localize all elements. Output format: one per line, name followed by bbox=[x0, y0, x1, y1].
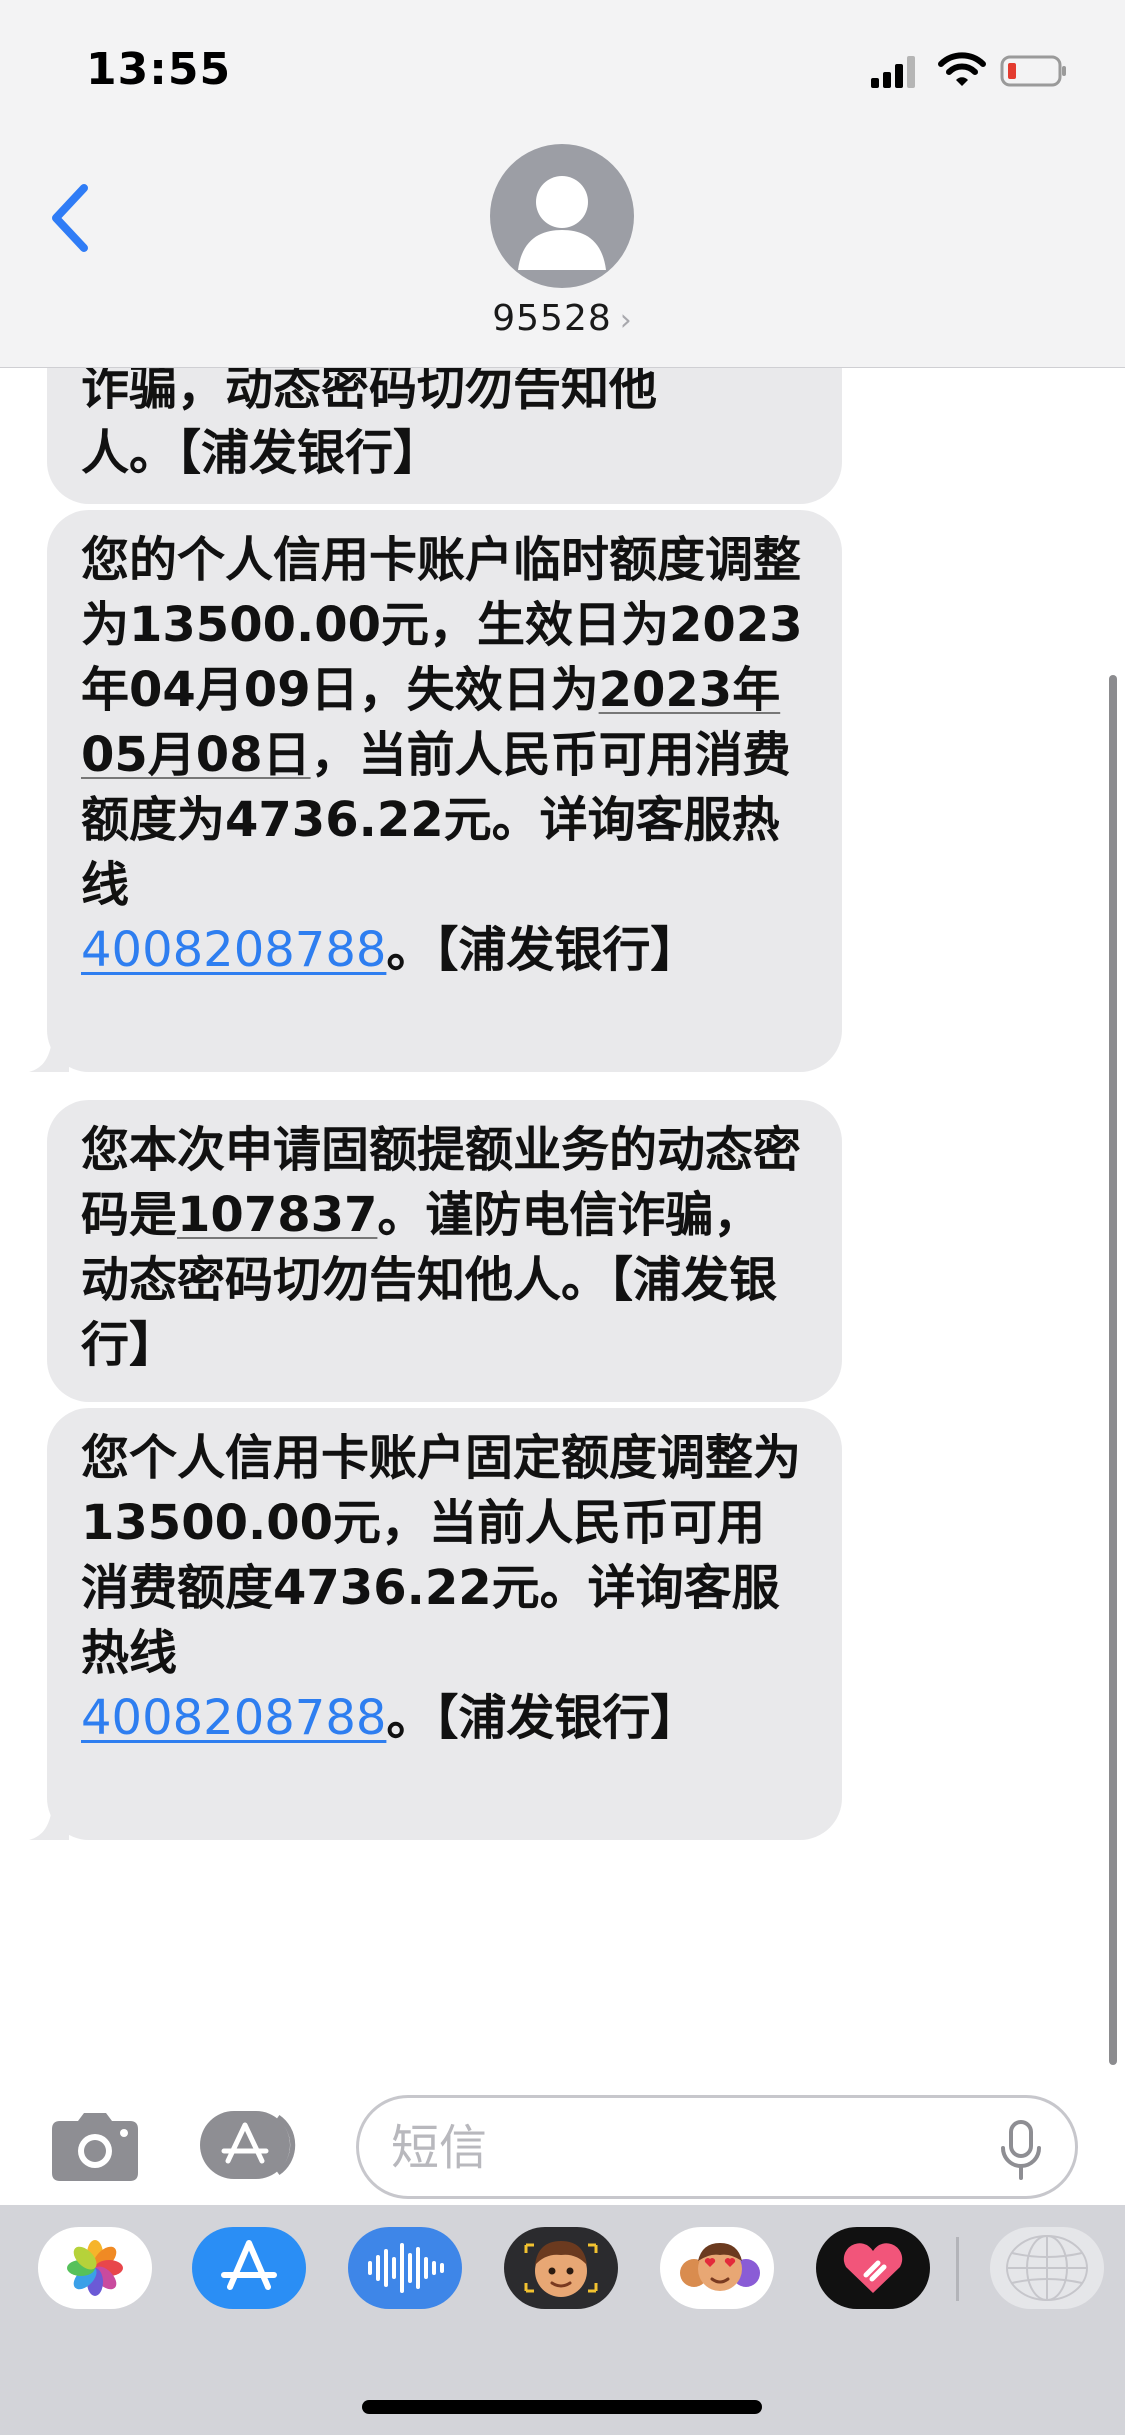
memoji-stickers-icon[interactable] bbox=[660, 2227, 774, 2309]
status-bar: 13:55 bbox=[0, 0, 1125, 140]
person-icon bbox=[518, 176, 606, 270]
memoji-icon[interactable] bbox=[504, 2227, 618, 2309]
phone-link[interactable]: 4008208788 bbox=[81, 1690, 386, 1746]
compose-bar bbox=[0, 2095, 1125, 2205]
message-text: 。【浦发银行】 bbox=[386, 1690, 699, 1746]
camera-icon[interactable] bbox=[50, 2111, 140, 2183]
app-drawer bbox=[0, 2205, 1125, 2435]
phone-link[interactable]: 4008208788 bbox=[81, 922, 386, 978]
wifi-icon bbox=[938, 52, 986, 86]
status-time: 13:55 bbox=[86, 44, 232, 95]
audio-message-icon[interactable] bbox=[348, 2227, 462, 2309]
home-indicator[interactable] bbox=[362, 2400, 762, 2414]
microphone-icon[interactable] bbox=[999, 2120, 1043, 2180]
apps-button-icon[interactable] bbox=[200, 2111, 308, 2179]
message-bubble[interactable]: 您本次申请固额提额业务的动态密码是107837。谨防电信诈骗，动态密码切勿告知他… bbox=[47, 1100, 842, 1402]
avatar[interactable] bbox=[490, 144, 634, 288]
bubble-tail-icon bbox=[29, 1800, 69, 1840]
scrollbar[interactable] bbox=[1109, 675, 1117, 2065]
chevron-right-icon: › bbox=[619, 303, 633, 338]
app-store-icon[interactable] bbox=[192, 2227, 306, 2309]
message-input[interactable] bbox=[391, 2116, 951, 2180]
photos-app-icon[interactable] bbox=[38, 2227, 152, 2309]
message-text-line: 人。【浦发银行】 bbox=[81, 425, 442, 481]
contact-name[interactable]: 95528 › bbox=[0, 298, 1125, 339]
drawer-divider bbox=[956, 2237, 959, 2301]
battery-icon bbox=[1000, 55, 1066, 87]
digital-touch-icon[interactable] bbox=[816, 2227, 930, 2309]
back-chevron-icon[interactable] bbox=[44, 180, 94, 256]
contact-number: 95528 bbox=[492, 298, 612, 339]
message-text: 。【浦发银行】 bbox=[386, 922, 699, 978]
message-text: 您个人信用卡账户固定额度调整为13500.00元，当前人民币可用消费额度4736… bbox=[81, 1430, 802, 1681]
globe-search-icon[interactable] bbox=[990, 2227, 1104, 2309]
code-link[interactable]: 107837 bbox=[177, 1187, 377, 1243]
message-input-field[interactable] bbox=[356, 2095, 1078, 2199]
cellular-signal-icon bbox=[871, 56, 915, 88]
bubble-tail-icon bbox=[29, 1032, 69, 1072]
message-bubble[interactable]: 您的个人信用卡账户临时额度调整为13500.00元，生效日为2023年04月09… bbox=[29, 510, 842, 1072]
message-bubble[interactable]: 您个人信用卡账户固定额度调整为13500.00元，当前人民币可用消费额度4736… bbox=[29, 1408, 842, 1840]
